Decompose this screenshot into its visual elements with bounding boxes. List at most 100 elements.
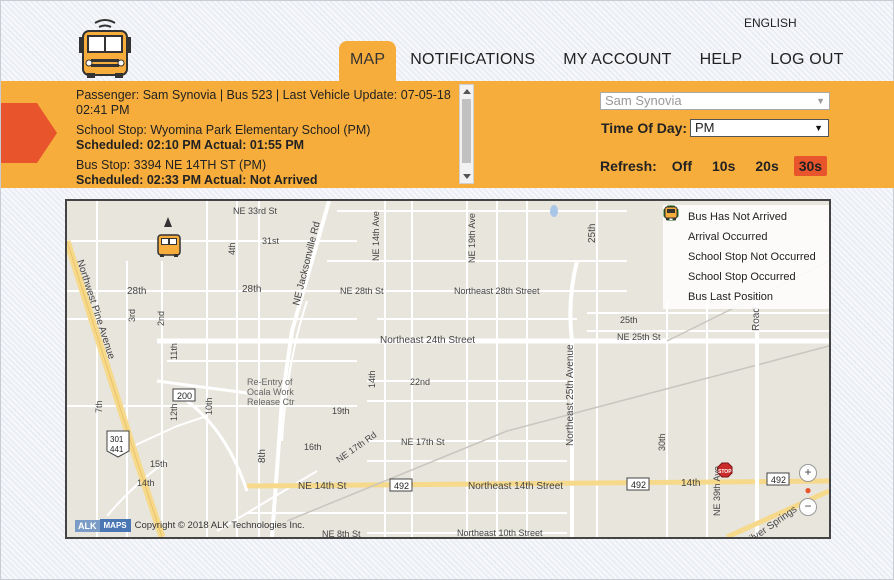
svg-text:Northwest Pine Avenue: Northwest Pine Avenue [74, 259, 117, 362]
svg-text:NE 17th St: NE 17th St [401, 437, 445, 447]
svg-text:28th: 28th [242, 284, 261, 295]
svg-text:NE 14th St: NE 14th St [298, 481, 347, 492]
map-view[interactable]: NE 33rd St 31st 28th 28th NE 28th St Nor… [65, 199, 831, 539]
scroll-thumb[interactable] [462, 99, 471, 163]
svg-text:492: 492 [771, 475, 786, 485]
school-stop-text: School Stop: Wyomina Park Elementary Sch… [76, 123, 371, 137]
legend-item: School Stop Occurred [663, 205, 829, 287]
svg-text:441: 441 [110, 445, 124, 454]
highway-492-shield: 492 [626, 477, 650, 491]
svg-text:Northeast 25th Avenue: Northeast 25th Avenue [565, 344, 576, 446]
maps-logo: MAPS [99, 519, 131, 532]
svg-text:14th: 14th [367, 370, 377, 388]
legend-label: School Stop Not Occurred [688, 251, 816, 263]
highway-492-shield: 492 [766, 472, 790, 486]
school-stop-not-occurred-icon [663, 205, 685, 266]
arrival-icon [663, 205, 685, 246]
svg-text:28th: 28th [127, 286, 146, 297]
tab-help[interactable]: HELP [686, 41, 757, 81]
legend-item: STOP Bus Has Not Arrived [663, 205, 829, 227]
info-scrollbar[interactable] [459, 84, 474, 184]
svg-text:4th: 4th [227, 242, 237, 255]
refresh-20s[interactable]: 20s [750, 156, 783, 176]
zoom-out-button[interactable]: − [799, 498, 817, 516]
map-legend: STOP Bus Has Not Arrived Arrival Occurre… [663, 205, 829, 309]
map-attribution: ALK MAPS Copyright © 2018 ALK Technologi… [75, 519, 305, 532]
svg-text:NE 14th Ave: NE 14th Ave [371, 211, 381, 261]
svg-text:492: 492 [631, 480, 646, 490]
svg-text:Northeast 10th Street: Northeast 10th Street [457, 528, 543, 537]
svg-text:19th: 19th [332, 406, 350, 416]
svg-text:11th: 11th [169, 343, 179, 360]
svg-text:Northeast 28th Street: Northeast 28th Street [454, 286, 540, 296]
tab-my-account[interactable]: MY ACCOUNT [549, 41, 685, 81]
legend-item: Bus Last Position [664, 206, 829, 307]
trip-info-panel: Passenger: Sam Synovia | Bus 523 | Last … [76, 88, 456, 184]
passenger-line: Passenger: Sam Synovia | Bus 523 | Last … [76, 88, 451, 117]
highway-200-shield: 200 [172, 388, 196, 402]
refresh-off[interactable]: Off [667, 156, 697, 176]
legend-label: Bus Has Not Arrived [688, 211, 788, 223]
us-301-441-shield: 301 441 [106, 430, 130, 458]
street-view-icon[interactable]: ● [804, 483, 811, 497]
svg-text:12th: 12th [169, 403, 179, 421]
bus-stop-schedule: Scheduled: 02:33 PM Actual: Not Arrived [76, 173, 318, 184]
svg-text:301: 301 [110, 435, 124, 444]
chevron-down-icon: ▼ [814, 123, 823, 133]
time-of-day-value: PM [695, 120, 715, 135]
svg-text:NE 25th St: NE 25th St [617, 332, 661, 342]
refresh-10s[interactable]: 10s [707, 156, 740, 176]
svg-text:Northeast 24th Street: Northeast 24th Street [380, 335, 475, 346]
svg-text:200: 200 [177, 391, 192, 401]
legend-item: Arrival Occurred [663, 205, 829, 247]
svg-text:Re-Entry ofOcala WorkRelease C: Re-Entry of Ocala Work Release Ctr [247, 377, 295, 407]
passenger-select-value: Sam Synovia [605, 93, 682, 108]
school-stop-occurred-icon [663, 205, 685, 286]
main-nav: MAP NOTIFICATIONS MY ACCOUNT HELP LOG OU… [339, 41, 858, 81]
chevron-down-icon: ▼ [816, 96, 825, 106]
svg-text:Road: Road [751, 307, 762, 331]
tab-map[interactable]: MAP [339, 41, 397, 81]
legend-label: Bus Last Position [688, 291, 773, 303]
svg-text:Northeast 14th Street: Northeast 14th Street [468, 481, 563, 492]
svg-text:30th: 30th [657, 433, 667, 451]
bus-position-icon[interactable] [157, 217, 181, 257]
svg-text:16th: 16th [304, 442, 322, 452]
water-feature [550, 205, 558, 217]
bus-icon [664, 206, 685, 306]
bus-stop-text: Bus Stop: 3394 NE 14TH ST (PM) [76, 158, 267, 172]
svg-text:8th: 8th [257, 449, 268, 463]
copyright-text: Copyright © 2018 ALK Technologies Inc. [134, 520, 305, 531]
svg-text:14th: 14th [137, 478, 155, 488]
passenger-select[interactable]: Sam Synovia ▼ [600, 92, 830, 110]
svg-text:NE 17th Rd: NE 17th Rd [334, 430, 378, 465]
scroll-down-icon[interactable] [463, 174, 471, 179]
school-bus-logo[interactable] [73, 17, 137, 79]
svg-text:2nd: 2nd [156, 311, 166, 326]
alk-logo: ALK [75, 519, 100, 532]
svg-text:14th: 14th [681, 478, 700, 489]
zoom-controls: + ● − [799, 463, 817, 517]
svg-text:10th: 10th [204, 397, 214, 415]
svg-text:NE 33rd St: NE 33rd St [233, 206, 278, 216]
tab-log-out[interactable]: LOG OUT [756, 41, 857, 81]
time-of-day-label: Time Of Day: [601, 120, 688, 136]
svg-text:NE Jacksonville Rd: NE Jacksonville Rd [291, 220, 323, 306]
svg-text:7th: 7th [94, 400, 104, 413]
bus-stop-marker[interactable]: STOP [717, 462, 733, 478]
zoom-in-button[interactable]: + [799, 464, 817, 482]
legend-label: School Stop Occurred [688, 271, 796, 283]
collapse-arrow-icon[interactable] [1, 103, 57, 163]
refresh-30s[interactable]: 30s [793, 156, 828, 176]
highway-492-shield: 492 [389, 478, 413, 492]
time-of-day-select[interactable]: PM ▼ [690, 119, 829, 137]
svg-text:25th: 25th [620, 315, 638, 325]
svg-text:492: 492 [394, 481, 409, 491]
svg-text:NE 8th St: NE 8th St [322, 529, 361, 537]
language-selector[interactable]: ENGLISH [744, 16, 797, 30]
scroll-up-icon[interactable] [463, 89, 471, 94]
svg-text:NE 19th Ave: NE 19th Ave [467, 213, 477, 263]
tab-notifications[interactable]: NOTIFICATIONS [396, 41, 549, 81]
svg-text:22nd: 22nd [410, 377, 430, 387]
svg-text:Silver Springs: Silver Springs [742, 504, 799, 537]
